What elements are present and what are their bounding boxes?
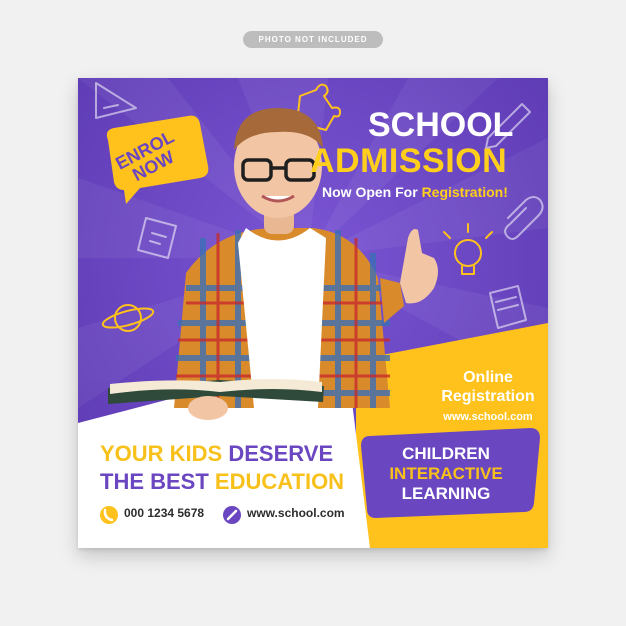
title-school: SCHOOL [368,106,514,144]
callout-learning: LEARNING [401,484,491,503]
phone-number[interactable]: 000 1234 5678 [124,506,204,520]
headline-line1: YOUR KIDS DESERVE [100,441,333,467]
headline-your-kids: YOUR KIDS [100,441,223,466]
headline-the-best: THE BEST [100,469,209,494]
subtitle-prefix: Now Open For [322,184,422,200]
title-admission: ADMISSION [310,142,508,180]
online-registration-heading: Online Registration [413,368,548,406]
callout-text: CHILDREN INTERACTIVE LEARNING [376,444,516,504]
online-registration-url[interactable]: www.school.com [413,411,548,423]
online-line1: Online [463,369,513,386]
flyer: SCHOOL ADMISSION Now Open For Registrati… [78,78,548,548]
callout-children: CHILDREN [402,444,490,463]
phone-icon [100,506,118,524]
photo-not-included-label: PHOTO NOT INCLUDED [243,31,383,48]
callout-interactive: INTERACTIVE [389,464,503,483]
online-line2: Registration [441,388,535,405]
subtitle: Now Open For Registration! [322,184,508,200]
subtitle-highlight: Registration! [421,184,508,200]
website-link[interactable]: www.school.com [247,506,345,520]
headline-education: EDUCATION [214,469,345,494]
headline-deserve: DESERVE [228,441,334,466]
headline-line2: THE BEST EDUCATION [100,469,344,495]
